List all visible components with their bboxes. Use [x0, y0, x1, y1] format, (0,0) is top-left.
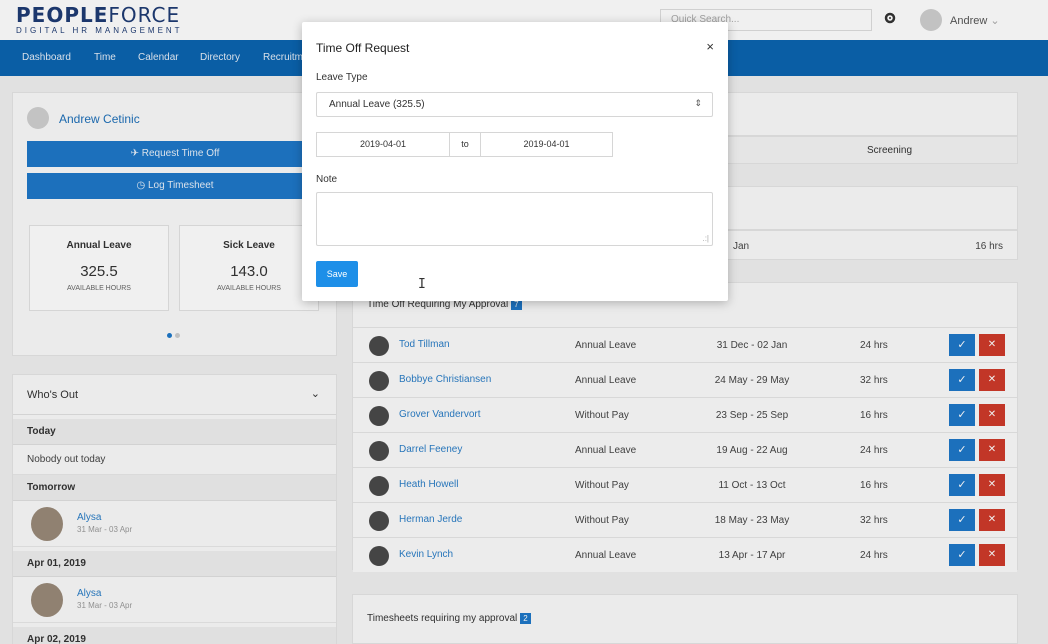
select-arrow-icon: ⇕ — [694, 98, 702, 108]
resize-grip-icon[interactable]: .:| — [702, 234, 709, 243]
modal-title: Time Off Request — [316, 41, 410, 55]
leave-type-select[interactable]: Annual Leave (325.5) ⇕ — [316, 92, 713, 117]
note-textarea[interactable]: .:| — [316, 192, 713, 246]
save-button[interactable]: Save — [316, 261, 358, 287]
time-off-request-modal: Time Off Request × Leave Type Annual Lea… — [302, 22, 728, 301]
to-date-input[interactable]: 2019-04-01 — [480, 132, 613, 157]
leave-type-label: Leave Type — [316, 72, 368, 83]
note-label: Note — [316, 174, 338, 185]
close-icon[interactable]: × — [706, 39, 714, 54]
date-to-label: to — [450, 132, 480, 157]
from-date-input[interactable]: 2019-04-01 — [316, 132, 450, 157]
text-cursor-icon: I — [418, 277, 426, 292]
leave-type-value: Annual Leave (325.5) — [329, 99, 425, 110]
